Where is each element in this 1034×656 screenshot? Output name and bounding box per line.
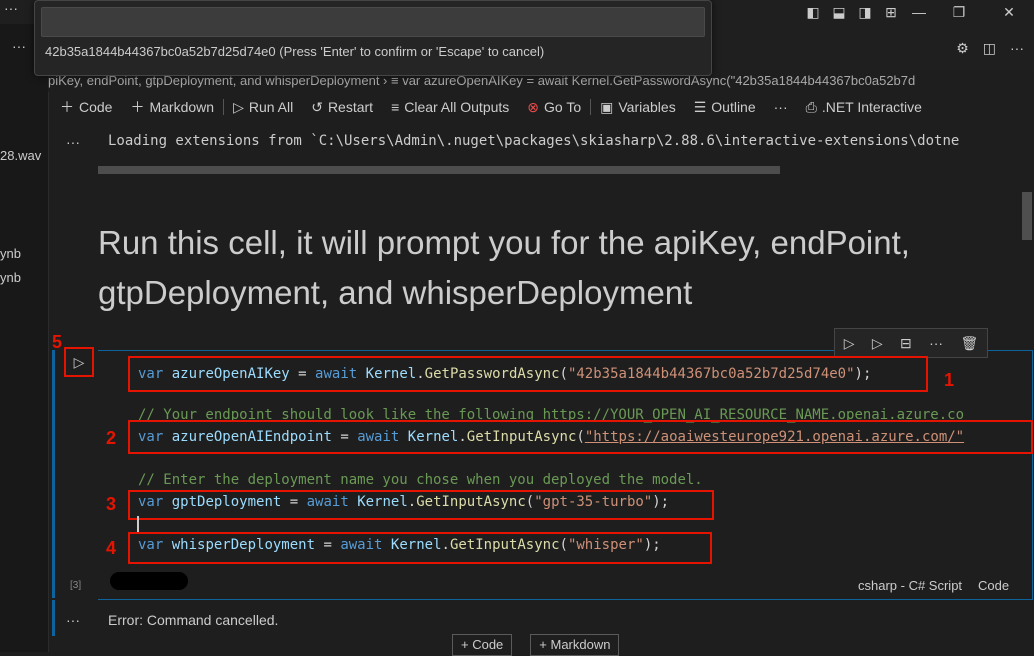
notebook-editor: ··· Loading extensions from `C:\Users\Ad… <box>48 122 1034 656</box>
editor-scrollbar[interactable] <box>1022 192 1032 240</box>
plus-icon: ＋ <box>130 99 145 115</box>
window-controls: ◧ ⬓ ◨ ⊞ — ❐ ✕ <box>800 0 1034 24</box>
execute-below-icon[interactable]: ▷ <box>872 335 883 352</box>
output-progress-bar <box>98 166 780 174</box>
sidebar-item-notebook-1[interactable]: ynb <box>0 246 21 261</box>
run-cell-button[interactable]: ▷ <box>64 347 94 377</box>
highlight-box-1 <box>128 356 928 392</box>
menu-ellipsis-icon[interactable]: ··· <box>4 0 18 16</box>
execution-count: [3] <box>70 580 82 591</box>
annotation-1: 1 <box>944 370 955 390</box>
cell-focus-indicator <box>52 350 55 598</box>
cell-output: ··· Loading extensions from `C:\Users\Ad… <box>48 122 1034 178</box>
sidebar-more-icon[interactable]: ··· <box>12 38 26 54</box>
restart-button[interactable]: ↺ Restart <box>302 99 382 116</box>
restart-icon: ↺ <box>311 98 323 115</box>
clear-all-outputs-button[interactable]: ≡ Clear All Outputs <box>382 99 518 115</box>
toolbar-more-label: ··· <box>773 99 788 115</box>
add-cell-buttons: + Code + Markdown <box>452 634 620 656</box>
add-code-label: Code <box>79 99 113 115</box>
error-circle-icon: ⊗ <box>527 98 540 115</box>
notebook-toolbar: ＋ Code ＋ Markdown ▷ Run All ↺ Restart ≡ … <box>48 94 1034 120</box>
editor-actions: ⚙ ◫ ··· <box>956 40 1024 57</box>
highlight-box-2 <box>128 420 1033 454</box>
cell-language-label[interactable]: csharp - C# Script <box>858 578 962 593</box>
clear-outputs-icon: ≡ <box>391 99 400 115</box>
kernel-picker-button[interactable]: ⎙ .NET Interactive <box>797 99 931 116</box>
annotation-5: 5 <box>52 332 63 352</box>
cell-error-output: ··· Error: Command cancelled. <box>48 600 1034 636</box>
highlight-box-3 <box>128 490 714 520</box>
add-markdown-button[interactable]: ＋ Markdown <box>121 97 223 117</box>
restore-icon[interactable]: ❐ <box>934 4 984 21</box>
quick-input-field[interactable] <box>41 7 705 37</box>
toolbar-more-button[interactable]: ··· <box>765 99 797 115</box>
minimize-icon[interactable]: — <box>904 4 934 20</box>
output-more-icon[interactable]: ··· <box>66 612 80 628</box>
go-to-button[interactable]: ⊗ Go To <box>518 99 590 116</box>
toggle-panel-icon[interactable]: ⬓ <box>826 4 852 21</box>
add-markdown-label: Markdown <box>149 99 215 115</box>
outline-icon: ☰ <box>693 98 707 115</box>
run-all-icon: ▷ <box>233 98 244 115</box>
plus-icon: ＋ <box>60 99 74 115</box>
annotation-3: 3 <box>106 494 117 514</box>
error-text: Error: Command cancelled. <box>108 612 279 628</box>
close-icon[interactable]: ✕ <box>984 4 1034 21</box>
more-actions-icon[interactable]: ··· <box>1010 40 1024 57</box>
sidebar-item-wav[interactable]: 28.wav <box>0 148 41 163</box>
add-code-button[interactable]: ＋ Code <box>48 97 121 117</box>
go-to-label: Go To <box>544 99 582 115</box>
variables-icon: ▣ <box>600 98 614 115</box>
kernel-icon: ⎙ <box>805 98 817 115</box>
run-icon: ▷ <box>73 354 85 370</box>
clear-outputs-label: Clear All Outputs <box>404 99 510 115</box>
output-text: Loading extensions from `C:\Users\Admin\… <box>108 133 960 149</box>
split-cell-icon[interactable]: ⊟ <box>900 335 912 352</box>
add-markdown-cell-button[interactable]: + Markdown <box>530 634 620 656</box>
cell-more-icon[interactable]: ··· <box>929 335 943 351</box>
output-more-icon[interactable]: ··· <box>66 134 80 150</box>
code-comment-2[interactable]: // Enter the deployment name you chose w… <box>138 472 703 488</box>
run-all-label: Run All <box>248 99 294 115</box>
sidebar-item-notebook-2[interactable]: ynb <box>0 270 21 285</box>
outline-label: Outline <box>711 99 756 115</box>
text-cursor <box>137 516 139 532</box>
delete-cell-icon[interactable]: 🗑 <box>960 335 978 352</box>
variables-button[interactable]: ▣ Variables <box>591 99 685 116</box>
add-code-cell-button[interactable]: + Code <box>452 634 513 656</box>
customize-layout-icon[interactable]: ⊞ <box>878 4 904 21</box>
execute-above-icon[interactable]: ▷ <box>844 335 855 352</box>
toggle-secondary-sidebar-icon[interactable]: ◨ <box>852 4 878 21</box>
explorer-sidebar: ··· 28.wav ynb ynb <box>0 24 49 652</box>
kernel-label: .NET Interactive <box>821 99 922 115</box>
outline-button[interactable]: ☰ Outline <box>685 99 765 116</box>
output-indicator <box>52 600 55 636</box>
redacted-region <box>110 572 188 590</box>
gear-icon[interactable]: ⚙ <box>956 40 969 57</box>
cell-toolbar: ▷ ▷ ⊟ ··· 🗑 <box>834 328 988 358</box>
quick-input-box: 42b35a1844b44367bc0a52b7d25d74e0 (Press … <box>34 0 712 76</box>
markdown-heading: Run this cell, it will prompt you for th… <box>98 224 910 311</box>
toggle-primary-sidebar-icon[interactable]: ◧ <box>800 4 826 21</box>
variables-label: Variables <box>618 99 676 115</box>
run-all-button[interactable]: ▷ Run All <box>224 99 302 116</box>
split-editor-icon[interactable]: ◫ <box>983 40 996 57</box>
annotation-4: 4 <box>106 538 117 558</box>
cell-type-label[interactable]: Code <box>978 578 1009 593</box>
annotation-2: 2 <box>106 428 117 448</box>
highlight-box-4 <box>128 532 712 564</box>
quick-input-message: 42b35a1844b44367bc0a52b7d25d74e0 (Press … <box>45 44 545 59</box>
restart-label: Restart <box>327 99 374 115</box>
